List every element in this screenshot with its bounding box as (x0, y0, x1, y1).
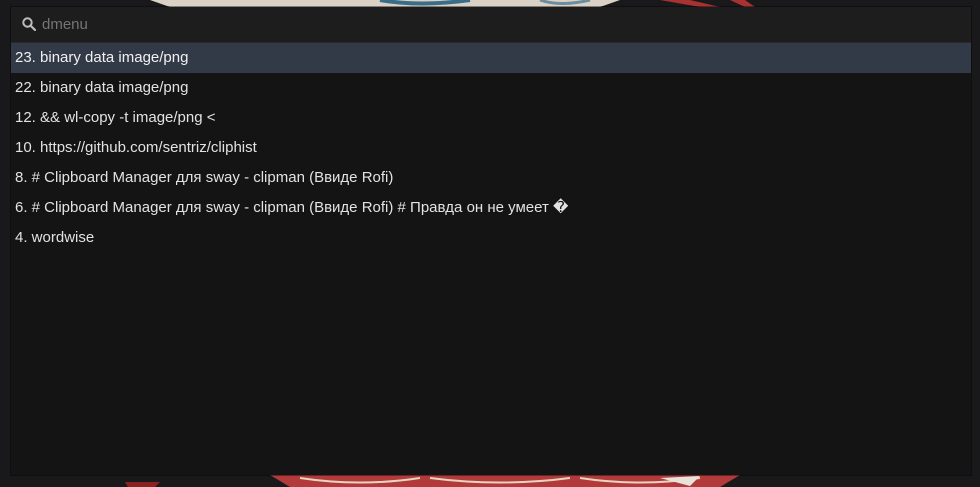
list-item[interactable]: 23. binary data image/png (11, 43, 971, 73)
list-item[interactable]: 12. && wl-copy -t image/png < (11, 103, 971, 133)
search-bar (11, 7, 971, 43)
list-item[interactable]: 4. wordwise (11, 223, 971, 253)
search-icon (22, 17, 37, 32)
list-item[interactable]: 22. binary data image/png (11, 73, 971, 103)
search-input[interactable] (42, 7, 942, 42)
list-item[interactable]: 8. # Clipboard Manager для sway - clipma… (11, 163, 971, 193)
list-item[interactable]: 6. # Clipboard Manager для sway - clipma… (11, 193, 971, 223)
clipboard-history-list: 23. binary data image/png 22. binary dat… (11, 43, 971, 253)
launcher-window: 23. binary data image/png 22. binary dat… (11, 7, 971, 475)
list-item[interactable]: 10. https://github.com/sentriz/cliphist (11, 133, 971, 163)
